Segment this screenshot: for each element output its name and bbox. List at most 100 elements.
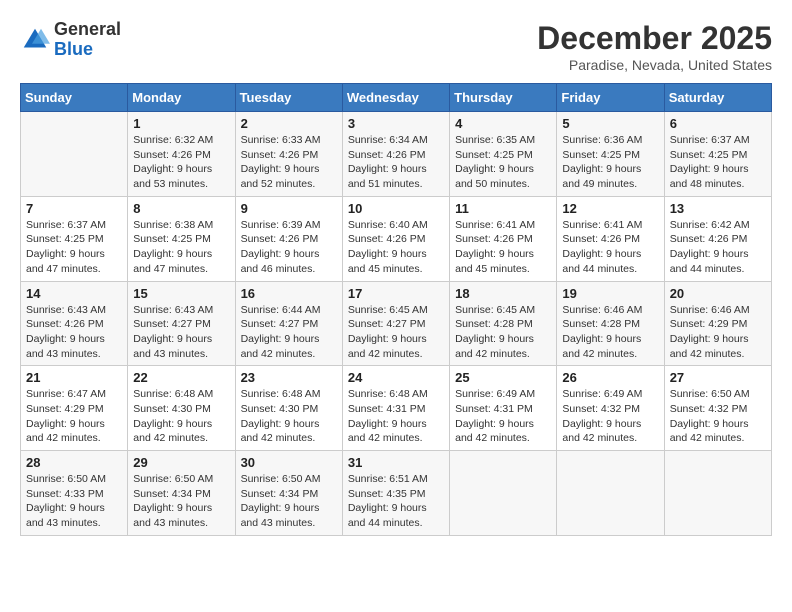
day-info: Sunrise: 6:47 AMSunset: 4:29 PMDaylight:… [26,387,122,446]
calendar-cell [557,451,664,536]
subtitle: Paradise, Nevada, United States [537,57,772,73]
calendar-cell: 23Sunrise: 6:48 AMSunset: 4:30 PMDayligh… [235,366,342,451]
calendar-cell [450,451,557,536]
calendar-cell [664,451,771,536]
week-row-3: 14Sunrise: 6:43 AMSunset: 4:26 PMDayligh… [21,281,772,366]
day-info: Sunrise: 6:51 AMSunset: 4:35 PMDaylight:… [348,472,444,531]
page-header: General Blue December 2025 Paradise, Nev… [20,20,772,73]
day-number: 2 [241,116,337,131]
day-info: Sunrise: 6:44 AMSunset: 4:27 PMDaylight:… [241,303,337,362]
day-info: Sunrise: 6:45 AMSunset: 4:27 PMDaylight:… [348,303,444,362]
day-number: 12 [562,201,658,216]
header-thursday: Thursday [450,84,557,112]
calendar-cell: 21 Sunrise: 6:47 AMSunset: 4:29 PMDayligh… [21,366,128,451]
title-block: December 2025 Paradise, Nevada, United S… [537,20,772,73]
calendar-cell: 29 Sunrise: 6:50 AMSunset: 4:34 PMDayligh… [128,451,235,536]
logo-text: General Blue [54,20,121,60]
day-number: 6 [670,116,766,131]
day-info: Sunrise: 6:39 AMSunset: 4:26 PMDaylight:… [241,218,337,277]
header-wednesday: Wednesday [342,84,449,112]
calendar-cell: 14Sunrise: 6:43 AMSunset: 4:26 PMDayligh… [21,281,128,366]
calendar-cell: 20 Sunrise: 6:46 AMSunset: 4:29 PMDayligh… [664,281,771,366]
week-row-1: 1 Sunrise: 6:32 AMSunset: 4:26 PMDaylight… [21,112,772,197]
calendar-cell: 2Sunrise: 6:33 AMSunset: 4:26 PMDaylight… [235,112,342,197]
day-info: Sunrise: 6:35 AMSunset: 4:25 PMDaylight:… [455,133,551,192]
day-number: 20 [670,286,766,301]
day-info: Sunrise: 6:48 AMSunset: 4:30 PMDaylight:… [133,387,229,446]
calendar-cell: 3 Sunrise: 6:34 AMSunset: 4:26 PMDaylight… [342,112,449,197]
day-number: 29 [133,455,229,470]
day-number: 30 [241,455,337,470]
day-number: 7 [26,201,122,216]
calendar-cell: 17Sunrise: 6:45 AMSunset: 4:27 PMDayligh… [342,281,449,366]
day-number: 14 [26,286,122,301]
day-info: Sunrise: 6:34 AMSunset: 4:26 PMDaylight:… [348,133,444,192]
calendar-cell: 28 Sunrise: 6:50 AMSunset: 4:33 PMDayligh… [21,451,128,536]
logo: General Blue [20,20,121,60]
day-number: 28 [26,455,122,470]
calendar-cell: 27 Sunrise: 6:50 AMSunset: 4:32 PMDayligh… [664,366,771,451]
day-info: Sunrise: 6:40 AMSunset: 4:26 PMDaylight:… [348,218,444,277]
calendar-cell: 12 Sunrise: 6:41 AMSunset: 4:26 PMDayligh… [557,196,664,281]
day-number: 27 [670,370,766,385]
day-number: 18 [455,286,551,301]
week-row-2: 7Sunrise: 6:37 AMSunset: 4:25 PMDaylight… [21,196,772,281]
week-row-4: 21 Sunrise: 6:47 AMSunset: 4:29 PMDayligh… [21,366,772,451]
calendar-cell: 6 Sunrise: 6:37 AMSunset: 4:25 PMDaylight… [664,112,771,197]
day-info: Sunrise: 6:50 AMSunset: 4:32 PMDaylight:… [670,387,766,446]
day-info: Sunrise: 6:41 AMSunset: 4:26 PMDaylight:… [455,218,551,277]
day-number: 22 [133,370,229,385]
day-number: 13 [670,201,766,216]
day-number: 5 [562,116,658,131]
calendar-cell: 25 Sunrise: 6:49 AMSunset: 4:31 PMDayligh… [450,366,557,451]
calendar-cell: 16 Sunrise: 6:44 AMSunset: 4:27 PMDayligh… [235,281,342,366]
calendar-cell: 4Sunrise: 6:35 AMSunset: 4:25 PMDaylight… [450,112,557,197]
calendar-cell: 9 Sunrise: 6:39 AMSunset: 4:26 PMDaylight… [235,196,342,281]
calendar-cell: 11Sunrise: 6:41 AMSunset: 4:26 PMDayligh… [450,196,557,281]
calendar-cell: 24 Sunrise: 6:48 AMSunset: 4:31 PMDayligh… [342,366,449,451]
day-number: 23 [241,370,337,385]
day-info: Sunrise: 6:49 AMSunset: 4:31 PMDaylight:… [455,387,551,446]
day-info: Sunrise: 6:46 AMSunset: 4:28 PMDaylight:… [562,303,658,362]
day-info: Sunrise: 6:50 AMSunset: 4:34 PMDaylight:… [133,472,229,531]
day-info: Sunrise: 6:42 AMSunset: 4:26 PMDaylight:… [670,218,766,277]
header-friday: Friday [557,84,664,112]
calendar-cell: 1 Sunrise: 6:32 AMSunset: 4:26 PMDaylight… [128,112,235,197]
logo-icon [20,25,50,55]
day-info: Sunrise: 6:49 AMSunset: 4:32 PMDaylight:… [562,387,658,446]
day-number: 8 [133,201,229,216]
day-number: 19 [562,286,658,301]
logo-general: General [54,20,121,40]
calendar-header-row: SundayMondayTuesdayWednesdayThursdayFrid… [21,84,772,112]
day-info: Sunrise: 6:32 AMSunset: 4:26 PMDaylight:… [133,133,229,192]
day-info: Sunrise: 6:45 AMSunset: 4:28 PMDaylight:… [455,303,551,362]
day-info: Sunrise: 6:50 AMSunset: 4:33 PMDaylight:… [26,472,122,531]
day-info: Sunrise: 6:37 AMSunset: 4:25 PMDaylight:… [670,133,766,192]
calendar-cell: 18 Sunrise: 6:45 AMSunset: 4:28 PMDayligh… [450,281,557,366]
day-info: Sunrise: 6:41 AMSunset: 4:26 PMDaylight:… [562,218,658,277]
day-number: 16 [241,286,337,301]
day-number: 1 [133,116,229,131]
day-number: 9 [241,201,337,216]
day-number: 24 [348,370,444,385]
calendar-cell: 30Sunrise: 6:50 AMSunset: 4:34 PMDayligh… [235,451,342,536]
logo-blue: Blue [54,40,121,60]
day-number: 21 [26,370,122,385]
day-number: 10 [348,201,444,216]
calendar-cell: 5Sunrise: 6:36 AMSunset: 4:25 PMDaylight… [557,112,664,197]
day-number: 26 [562,370,658,385]
header-saturday: Saturday [664,84,771,112]
calendar-cell: 22 Sunrise: 6:48 AMSunset: 4:30 PMDayligh… [128,366,235,451]
calendar-table: SundayMondayTuesdayWednesdayThursdayFrid… [20,83,772,536]
calendar-cell [21,112,128,197]
day-number: 25 [455,370,551,385]
calendar-cell: 13 Sunrise: 6:42 AMSunset: 4:26 PMDayligh… [664,196,771,281]
day-info: Sunrise: 6:46 AMSunset: 4:29 PMDaylight:… [670,303,766,362]
day-number: 31 [348,455,444,470]
header-monday: Monday [128,84,235,112]
calendar-cell: 31 Sunrise: 6:51 AMSunset: 4:35 PMDayligh… [342,451,449,536]
day-number: 3 [348,116,444,131]
calendar-cell: 10 Sunrise: 6:40 AMSunset: 4:26 PMDayligh… [342,196,449,281]
day-info: Sunrise: 6:38 AMSunset: 4:25 PMDaylight:… [133,218,229,277]
day-info: Sunrise: 6:48 AMSunset: 4:31 PMDaylight:… [348,387,444,446]
